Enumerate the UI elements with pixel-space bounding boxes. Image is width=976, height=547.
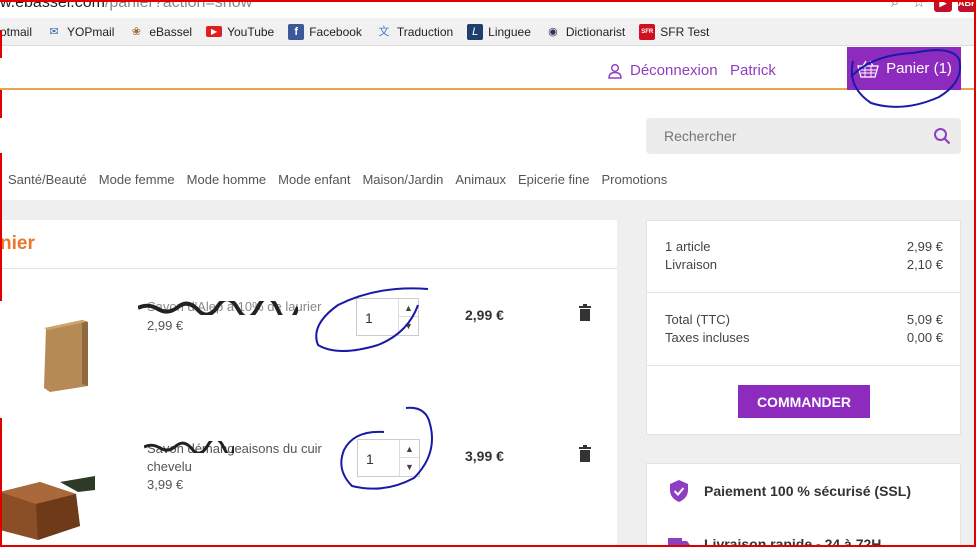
divider [647,365,960,366]
adblock-icon[interactable]: ABP [958,0,976,12]
youtube-icon: ▶ [206,26,223,37]
facebook-icon: f [288,23,305,40]
category-mode-femme[interactable]: Mode femme [99,172,175,187]
ebassel-icon: ❀ [131,25,141,38]
category-maison-jardin[interactable]: Maison/Jardin [362,172,443,187]
quantity-value[interactable]: 1 [366,451,374,467]
account-link[interactable]: Patrick [730,62,776,79]
bookmark-ebassel[interactable]: ❀ eBassel [128,24,192,40]
page-title: nier [0,233,35,254]
bookmark-dictionarist[interactable]: ◉ Dictionarist [545,24,625,40]
reassurance-panel: Paiement 100 % sécurisé (SSL) Livraison … [646,463,961,547]
logout-link[interactable]: Déconnexion [607,62,718,79]
frame-mark [0,418,2,547]
linguee-icon: L [467,23,484,40]
search-icon[interactable]: ⌕ [886,0,904,12]
sfr-icon: SFR [639,23,656,40]
chevron-down-icon[interactable]: ▼ [399,458,419,476]
cart-item: Savon d'Alep à 10% de laurier 2,99 € 1 ▲… [0,287,617,430]
cart-item: Savon démangeaisons du cuir chevelu 3,99… [0,406,617,547]
category-animaux[interactable]: Animaux [455,172,506,187]
quantity-stepper[interactable]: 1 ▲ ▼ [357,439,420,477]
bookmark-linguee[interactable]: L Linguee [467,23,531,40]
search-bar [646,118,961,154]
delivery-info: Livraison rapide - 24 à 72H [667,532,881,547]
divider [647,292,960,293]
summary-articles: 1 article 2,99 € [665,239,943,254]
quantity-stepper[interactable]: 1 ▲ ▼ [356,298,419,336]
line-total: 2,99 € [465,307,504,323]
url-host: w.ebassel.com [0,0,105,11]
bookmark-youtube[interactable]: ▶ YouTube [206,25,274,39]
product-price: 2,99 € [147,318,184,333]
bookmark-sfr-test[interactable]: SFR SFR Test [639,23,709,40]
bookmarks-bar: otmail ✉ YOPmail ❀ eBassel ▶ YouTube f Faceb… [0,18,976,46]
browser-url-bar[interactable]: w.ebassel.com/panier?action=show ⌕ ☆ ▶ A… [0,0,976,16]
frame-mark [0,30,2,58]
category-sante-beaute[interactable]: Santé/Beauté [8,172,87,187]
site-header: Déconnexion Patrick Panier (1) [0,47,976,108]
search-icon[interactable] [933,127,951,145]
category-mode-enfant[interactable]: Mode enfant [278,172,350,187]
truck-icon [668,538,690,547]
yopmail-icon: ✉ [49,25,59,38]
shield-check-icon [670,480,688,502]
summary-shipping: Livraison 2,10 € [665,257,943,272]
chevron-up-icon[interactable]: ▲ [398,299,418,317]
cart-label: Panier (1) [886,60,952,77]
translate-icon: 文 [378,25,390,38]
payment-info: Paiement 100 % sécurisé (SSL) [667,479,911,503]
category-mode-homme[interactable]: Mode homme [187,172,266,187]
frame-mark [0,153,2,301]
category-menu: Santé/Beauté Mode femme Mode homme Mode … [8,172,679,187]
url-text[interactable]: w.ebassel.com/panier?action=show [0,0,252,12]
order-button[interactable]: COMMANDER [738,385,870,418]
product-image [0,430,110,540]
summary-taxes: Taxes incluses 0,00 € [665,330,943,345]
product-price: 3,99 € [147,477,184,492]
divider [0,268,617,269]
bookmark-traduction[interactable]: 文 Traduction [376,24,453,40]
cart-panel: nier Savon d'Alep à 10% de laurier 2,99 … [0,220,617,547]
cart-button[interactable]: Panier (1) [847,47,961,90]
page-content: nier Savon d'Alep à 10% de laurier 2,99 … [0,200,976,547]
line-total: 3,99 € [465,448,504,464]
order-summary: 1 article 2,99 € Livraison 2,10 € Total (T… [646,220,961,435]
category-epicerie-fine[interactable]: Epicerie fine [518,172,590,187]
bookmark-hotmail[interactable]: otmail [0,25,32,39]
chevron-down-icon[interactable]: ▼ [398,317,418,335]
bookmark-yopmail[interactable]: ✉ YOPmail [46,24,114,40]
category-promotions[interactable]: Promotions [602,172,668,187]
quantity-value[interactable]: 1 [365,310,373,326]
basket-icon [857,60,879,78]
trash-icon[interactable] [578,445,592,462]
url-path: /panier?action=show [104,0,253,11]
logout-label: Déconnexion [630,62,718,79]
star-icon[interactable]: ☆ [910,0,928,12]
chevron-up-icon[interactable]: ▲ [399,440,419,458]
search-input[interactable] [664,128,914,144]
product-name[interactable]: Savon démangeaisons du cuir chevelu [147,440,332,476]
frame-mark [0,90,2,118]
trash-icon[interactable] [578,304,592,321]
product-name[interactable]: Savon d'Alep à 10% de laurier [147,298,332,316]
extension-icon[interactable]: ▶ [934,0,952,12]
bookmark-facebook[interactable]: f Facebook [288,23,362,40]
dictionarist-icon: ◉ [548,25,558,38]
product-image [0,298,110,420]
summary-total: Total (TTC) 5,09 € [665,312,943,327]
user-icon [608,63,622,79]
